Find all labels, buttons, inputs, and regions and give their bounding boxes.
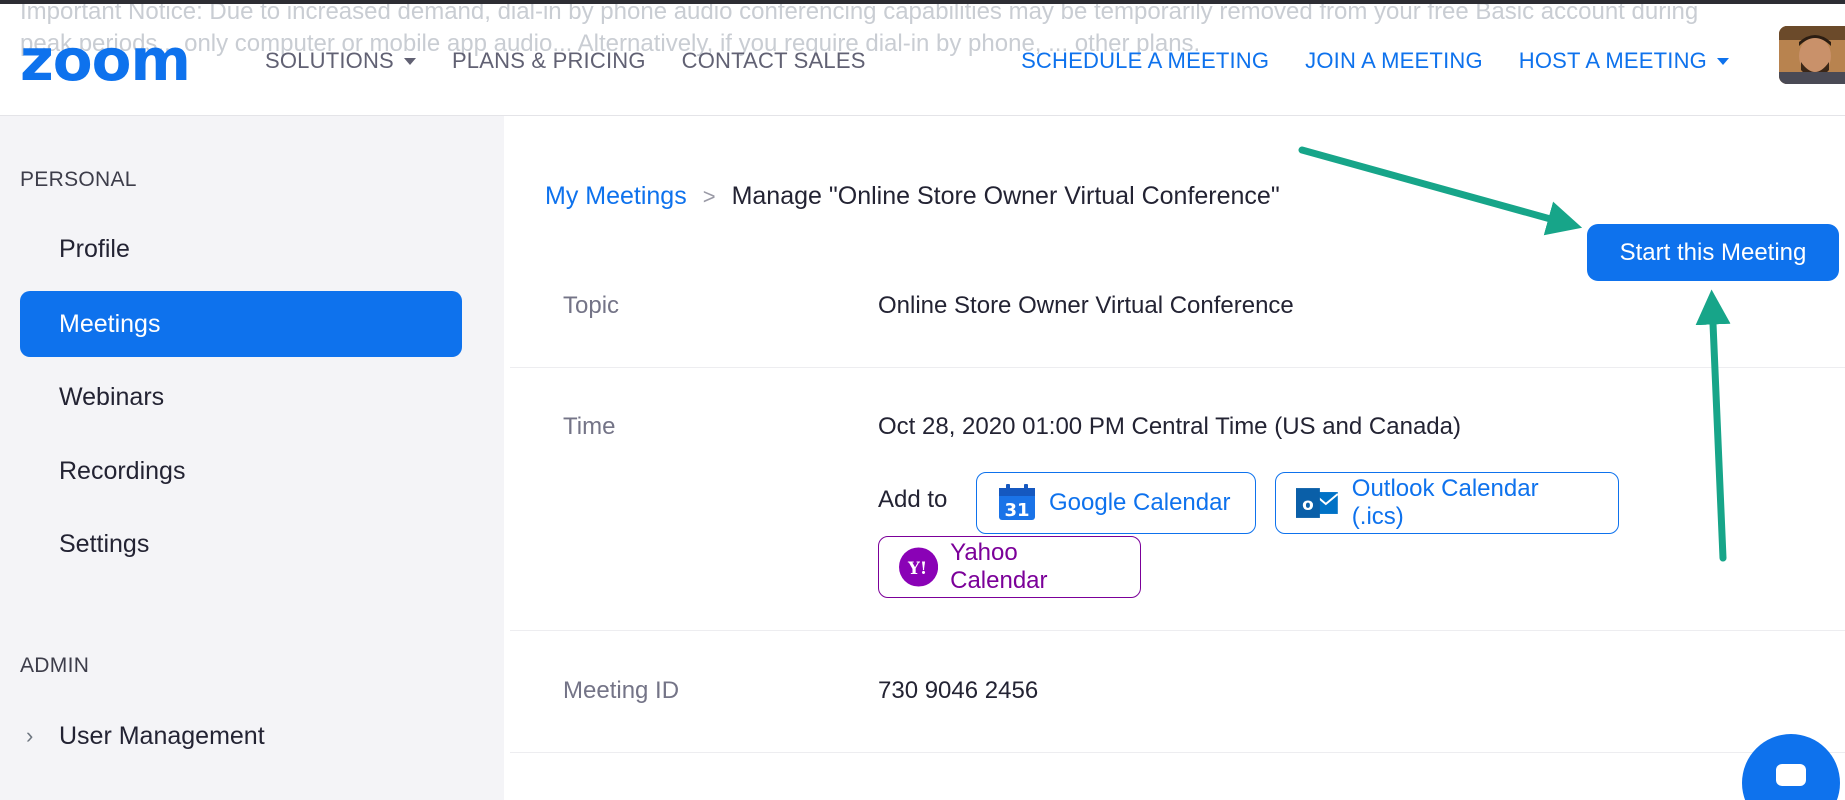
breadcrumb-separator: > <box>702 183 716 209</box>
sidebar: PERSONAL Profile Meetings Webinars Recor… <box>0 116 504 800</box>
nav-join-label: JOIN A MEETING <box>1305 48 1483 73</box>
google-calendar-icon: 31 <box>999 484 1035 521</box>
avatar-image <box>1779 26 1845 84</box>
action-nav: SCHEDULE A MEETING JOIN A MEETING HOST A… <box>1021 48 1729 74</box>
main-nav: SOLUTIONS PLANS & PRICING CONTACT SALES <box>265 48 866 74</box>
svg-text:o: o <box>1302 494 1314 514</box>
yahoo-icon: Y! <box>899 547 939 587</box>
chat-icon <box>1776 764 1806 786</box>
divider <box>510 367 1845 368</box>
breadcrumb-my-meetings[interactable]: My Meetings <box>545 182 687 211</box>
sidebar-item-profile[interactable]: Profile <box>20 216 462 282</box>
chat-support-button[interactable] <box>1742 734 1840 800</box>
nav-schedule-label: SCHEDULE A MEETING <box>1021 48 1270 73</box>
sidebar-item-recordings[interactable]: Recordings <box>20 438 462 504</box>
outlook-calendar-button[interactable]: o Outlook Calendar (.ics) <box>1275 472 1619 534</box>
nav-host-label: HOST A MEETING <box>1518 48 1707 73</box>
svg-text:31: 31 <box>1004 500 1029 521</box>
sidebar-item-label: User Management <box>59 721 265 750</box>
main-content: My Meetings > Manage "Online Store Owner… <box>504 116 1845 800</box>
nav-contact-label: CONTACT SALES <box>681 48 866 73</box>
topic-value: Online Store Owner Virtual Conference <box>878 292 1294 319</box>
sidebar-item-user-management[interactable]: › User Management <box>20 703 462 769</box>
time-label: Time <box>563 413 616 440</box>
breadcrumb-current: Manage "Online Store Owner Virtual Confe… <box>731 182 1280 210</box>
nav-plans-label: PLANS & PRICING <box>451 48 646 73</box>
time-value: Oct 28, 2020 01:00 PM Central Time (US a… <box>878 413 1461 440</box>
svg-text:Y!: Y! <box>907 558 927 578</box>
topic-label: Topic <box>563 292 620 319</box>
notice-line-1: Important Notice: Due to increased deman… <box>20 0 1699 25</box>
nav-solutions[interactable]: SOLUTIONS <box>265 48 416 74</box>
top-header: Important Notice: Due to increased deman… <box>0 0 1845 116</box>
google-calendar-label: Google Calendar <box>1049 489 1231 516</box>
sidebar-item-label: Webinars <box>59 382 165 411</box>
caret-down-icon <box>1717 57 1729 65</box>
svg-text:zoom: zoom <box>20 34 190 86</box>
nav-solutions-label: SOLUTIONS <box>265 48 394 73</box>
google-calendar-button[interactable]: 31 Google Calendar <box>976 472 1256 534</box>
outlook-calendar-label: Outlook Calendar (.ics) <box>1351 475 1539 530</box>
zoom-logo[interactable]: zoom <box>20 34 216 86</box>
nav-host-meeting[interactable]: HOST A MEETING <box>1519 48 1729 74</box>
nav-schedule-meeting[interactable]: SCHEDULE A MEETING <box>1021 48 1269 74</box>
caret-down-icon <box>403 57 416 65</box>
yahoo-calendar-button[interactable]: Y! Yahoo Calendar <box>878 536 1141 598</box>
outlook-calendar-icon: o <box>1296 488 1339 518</box>
sidebar-item-label: Meetings <box>59 309 161 338</box>
nav-plans-pricing[interactable]: PLANS & PRICING <box>452 48 646 74</box>
sidebar-item-webinars[interactable]: Webinars <box>20 364 462 430</box>
chevron-right-icon: › <box>26 723 34 748</box>
sidebar-section-personal: PERSONAL <box>20 168 137 191</box>
nav-contact-sales[interactable]: CONTACT SALES <box>682 48 866 74</box>
yahoo-calendar-label: Yahoo Calendar <box>950 539 1048 594</box>
divider <box>510 752 1845 753</box>
divider <box>510 630 1845 631</box>
sidebar-item-label: Profile <box>59 234 130 263</box>
meeting-id-value: 730 9046 2456 <box>878 677 1039 704</box>
add-to-label: Add to <box>878 486 948 513</box>
sidebar-item-label: Settings <box>59 529 150 558</box>
user-avatar[interactable] <box>1779 26 1845 84</box>
sidebar-item-meetings[interactable]: Meetings <box>20 291 462 357</box>
start-meeting-button[interactable]: Start this Meeting <box>1587 224 1839 281</box>
meeting-id-label: Meeting ID <box>563 677 680 704</box>
nav-join-meeting[interactable]: JOIN A MEETING <box>1305 48 1483 74</box>
sidebar-section-admin: ADMIN <box>20 654 90 677</box>
breadcrumb: My Meetings > Manage "Online Store Owner… <box>545 182 1280 211</box>
sidebar-item-settings[interactable]: Settings <box>20 511 462 577</box>
sidebar-item-label: Recordings <box>59 456 186 485</box>
